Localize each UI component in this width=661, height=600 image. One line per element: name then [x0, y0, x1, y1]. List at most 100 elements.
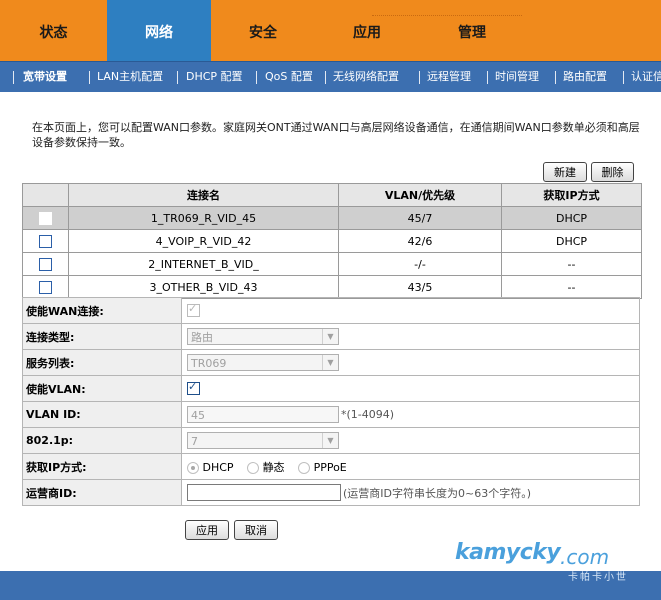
vlan-id-label: VLAN ID:	[22, 401, 182, 428]
form-row-ip-mode: 获取IP方式: DHCP 静态 PPPoE	[22, 453, 640, 480]
service-list-label: 服务列表:	[22, 349, 182, 376]
col-header-select	[22, 183, 69, 207]
enable-vlan-label: 使能VLAN:	[22, 375, 182, 402]
chevron-down-icon: ▼	[322, 329, 338, 344]
conn-type-value: 路由	[191, 331, 213, 344]
service-list-cell: TR069 ▼	[181, 349, 640, 376]
ip-mode-option-label: PPPoE	[313, 460, 347, 474]
cancel-button[interactable]: 取消	[234, 520, 278, 540]
row-checkbox[interactable]	[39, 280, 52, 294]
subnav-dhcp[interactable]: DHCP 配置	[186, 62, 243, 92]
vlan-id-input[interactable]: 45	[187, 406, 339, 423]
subnav-remote-mgmt[interactable]: 远程管理	[427, 62, 471, 92]
ip-mode-radio-pppoe[interactable]	[298, 461, 311, 474]
conn-type-cell: 路由 ▼	[181, 323, 640, 350]
subnav-auth[interactable]: 认证信	[631, 62, 661, 92]
ip-mode-cell: DHCP 静态 PPPoE	[181, 453, 640, 480]
form-row-vlan-id: VLAN ID: 45 *(1-4094)	[22, 401, 640, 428]
footer-bar	[0, 571, 661, 600]
isp-id-input[interactable]	[187, 484, 341, 501]
watermark-logo: kamycky	[455, 540, 561, 565]
sub-nav-separator	[256, 71, 257, 84]
conn-type-select[interactable]: 路由 ▼	[187, 328, 339, 345]
wan-config-form: 使能WAN连接: ✓ 连接类型: 路由 ▼ 服务列表: TR069 ▼ 使能VLAN…	[22, 297, 640, 506]
vlan-id-hint: *(1-4094)	[341, 408, 395, 421]
ip-mode-cell: --	[501, 275, 642, 299]
col-header-conn-name: 连接名	[68, 183, 339, 207]
isp-id-cell: (运营商ID字符串长度为0~63个字符。)	[181, 479, 640, 506]
vlan-cell: 45/7	[338, 206, 502, 230]
table-header-row: 连接名 VLAN/优先级 获取IP方式	[22, 183, 642, 207]
sub-nav-separator	[555, 71, 556, 84]
sub-nav-separator	[89, 71, 90, 84]
delete-button[interactable]: 删除	[591, 162, 634, 182]
ip-mode-option-label: DHCP	[202, 460, 234, 474]
sub-nav-separator	[325, 71, 326, 84]
ip-mode-label: 获取IP方式:	[22, 453, 182, 480]
enable-wan-checkbox[interactable]: ✓	[187, 302, 200, 318]
subnav-qos[interactable]: QoS 配置	[265, 62, 313, 92]
watermark-tagline: 卡帕卡小世	[568, 572, 628, 583]
tab-security[interactable]: 安全	[211, 0, 315, 61]
ip-mode-option-label: 静态	[262, 460, 285, 474]
isp-id-label: 运营商ID:	[22, 479, 182, 506]
ip-mode-radio-dhcp[interactable]	[187, 461, 199, 474]
enable-vlan-checkbox[interactable]: ✓	[187, 380, 200, 396]
subnav-time-mgmt[interactable]: 时间管理	[495, 62, 539, 92]
row-checkbox[interactable]	[39, 257, 52, 271]
sub-nav-separator	[623, 71, 624, 84]
tab-application[interactable]: 应用	[315, 0, 419, 61]
ip-mode-cell: --	[501, 252, 642, 276]
service-list-select[interactable]: TR069 ▼	[187, 354, 339, 371]
ip-mode-cell: DHCP	[501, 229, 642, 253]
service-list-value: TR069	[191, 357, 227, 370]
col-header-vlan: VLAN/优先级	[338, 183, 502, 207]
sub-nav-separator	[419, 71, 420, 84]
vlan-cell: 43/5	[338, 275, 502, 299]
conn-type-label: 连接类型:	[22, 323, 182, 350]
table-row[interactable]: 2_INTERNET_B_VID_ -/- --	[22, 252, 642, 276]
conn-name-cell: 1_TR069_R_VID_45	[68, 206, 339, 230]
top-nav: 状态 网络 安全 应用 管理	[0, 0, 661, 61]
conn-name-cell: 2_INTERNET_B_VID_	[68, 252, 339, 276]
tab-network[interactable]: 网络	[107, 0, 211, 61]
table-row[interactable]: 3_OTHER_B_VID_43 43/5 --	[22, 275, 642, 299]
tab-management[interactable]: 管理	[419, 0, 525, 61]
vlan-cell: 42/6	[338, 229, 502, 253]
watermark-domain: .com	[560, 545, 610, 569]
isp-id-hint: (运营商ID字符串长度为0~63个字符。)	[343, 486, 532, 500]
tab-status[interactable]: 状态	[0, 0, 107, 61]
subnav-broadband[interactable]: 宽带设置	[23, 62, 67, 92]
new-button[interactable]: 新建	[543, 162, 587, 182]
form-row-enable-wan: 使能WAN连接: ✓	[22, 297, 640, 324]
row-select-cell[interactable]	[22, 206, 69, 230]
vlan-cell: -/-	[338, 252, 502, 276]
dot1p-cell: 7 ▼	[181, 427, 640, 454]
subnav-wireless[interactable]: 无线网络配置	[333, 62, 399, 92]
dot1p-select[interactable]: 7 ▼	[187, 432, 339, 449]
vlan-id-cell: 45 *(1-4094)	[181, 401, 640, 428]
wan-connection-table: 连接名 VLAN/优先级 获取IP方式 1_TR069_R_VID_45 45/…	[22, 183, 642, 299]
subnav-lan-host[interactable]: LAN主机配置	[97, 62, 163, 92]
enable-wan-cell: ✓	[181, 297, 640, 324]
table-row[interactable]: 4_VOIP_R_VID_42 42/6 DHCP	[22, 229, 642, 253]
row-select-cell[interactable]	[22, 252, 69, 276]
enable-vlan-cell: ✓	[181, 375, 640, 402]
row-select-cell[interactable]	[22, 275, 69, 299]
row-checkbox[interactable]	[39, 234, 52, 248]
apply-button[interactable]: 应用	[185, 520, 229, 540]
sub-nav-separator	[177, 71, 178, 84]
sub-nav: 宽带设置 LAN主机配置 DHCP 配置 QoS 配置 无线网络配置 远程管理 …	[0, 61, 661, 92]
subnav-routing[interactable]: 路由配置	[563, 62, 607, 92]
ip-mode-cell: DHCP	[501, 206, 642, 230]
sub-nav-separator	[487, 71, 488, 84]
row-checkbox[interactable]	[39, 211, 52, 225]
table-row[interactable]: 1_TR069_R_VID_45 45/7 DHCP	[22, 206, 642, 230]
chevron-down-icon: ▼	[322, 355, 338, 370]
conn-name-cell: 3_OTHER_B_VID_43	[68, 275, 339, 299]
sub-nav-separator	[13, 71, 14, 84]
form-row-conn-type: 连接类型: 路由 ▼	[22, 323, 640, 350]
form-row-dot1p: 802.1p: 7 ▼	[22, 427, 640, 454]
ip-mode-radio-static[interactable]	[247, 461, 260, 474]
row-select-cell[interactable]	[22, 229, 69, 253]
